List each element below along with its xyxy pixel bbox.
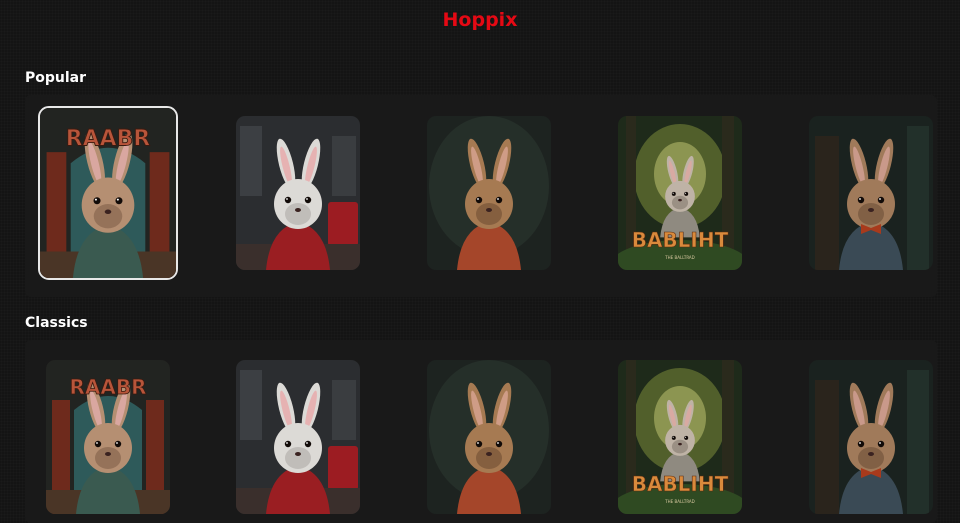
row-title-classics: Classics <box>25 315 88 331</box>
poster-image: BABLIHT THE BALLTRAD <box>618 360 742 514</box>
poster-title: BABLIHT <box>632 228 729 252</box>
poster-image: RAABR <box>46 360 170 514</box>
poster-card[interactable] <box>809 360 933 514</box>
poster-image <box>809 360 933 514</box>
poster-title: BABLIHT <box>632 472 729 496</box>
poster-image <box>236 116 360 270</box>
poster-title: RAABR <box>66 126 150 151</box>
poster-card[interactable] <box>236 360 360 514</box>
poster-image <box>427 360 551 514</box>
poster-card[interactable]: BABLIHT THE BALLTRAD <box>618 360 742 514</box>
poster-image <box>427 116 551 270</box>
poster-title: RAABR <box>69 375 146 399</box>
poster-image <box>236 360 360 514</box>
poster-subtitle: THE BALLTRAD <box>664 255 695 260</box>
poster-card[interactable] <box>427 116 551 270</box>
poster-card[interactable] <box>427 360 551 514</box>
poster-card[interactable] <box>236 116 360 270</box>
poster-image: RAABR <box>40 108 176 278</box>
poster-subtitle: THE BALLTRAD <box>664 499 695 504</box>
row-title-popular: Popular <box>25 70 87 86</box>
poster-card[interactable]: RAABR <box>46 360 170 514</box>
poster-image <box>809 116 933 270</box>
poster-image: BABLIHT THE BALLTRAD <box>618 116 742 270</box>
poster-card[interactable] <box>809 116 933 270</box>
poster-card[interactable]: RAABR <box>38 106 178 280</box>
app-title: Hoppix <box>442 9 518 31</box>
poster-card[interactable]: BABLIHT THE BALLTRAD <box>618 116 742 270</box>
